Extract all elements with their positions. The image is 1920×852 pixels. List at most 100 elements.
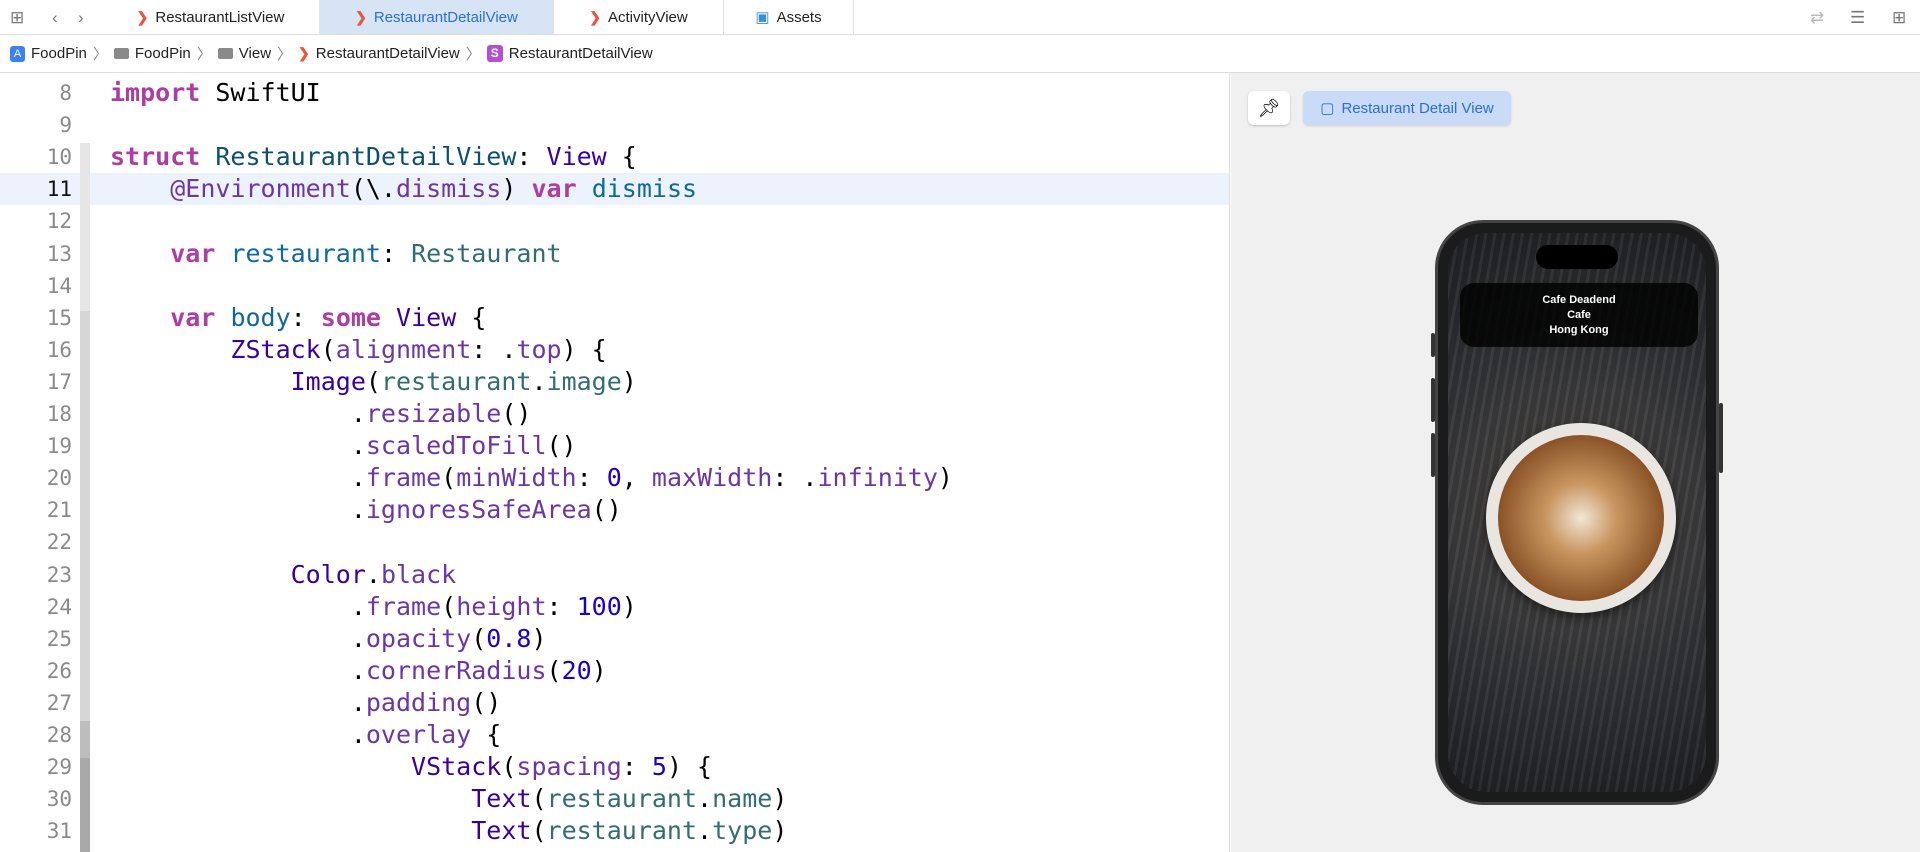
code-line[interactable]: 31 Text(restaurant.type) bbox=[0, 815, 1229, 847]
code-line[interactable]: 18 .resizable() bbox=[0, 398, 1229, 430]
swap-icon[interactable]: ⇄ bbox=[1810, 8, 1824, 28]
code-line[interactable]: 23 Color.black bbox=[0, 559, 1229, 591]
code-line[interactable]: 24 .frame(height: 100) bbox=[0, 591, 1229, 623]
crumb-label: RestaurantDetailView bbox=[315, 45, 460, 62]
swift-icon: ❯ bbox=[589, 8, 601, 25]
code-text: ZStack(alignment: .top) { bbox=[110, 334, 607, 366]
code-token: 0 bbox=[606, 463, 622, 493]
code-token: ) bbox=[772, 784, 788, 814]
code-token: () bbox=[591, 495, 622, 525]
tab-restaurant-list-view[interactable]: ❯ RestaurantListView bbox=[102, 0, 320, 34]
add-editor-icon[interactable]: ⊞ bbox=[1892, 8, 1906, 28]
line-number: 17 bbox=[46, 369, 72, 394]
code-line[interactable]: 10 struct RestaurantDetailView: View { bbox=[0, 141, 1229, 173]
tab-activity-view[interactable]: ❯ ActivityView bbox=[554, 0, 724, 34]
code-line[interactable]: 16 ZStack(alignment: .top) { bbox=[0, 334, 1229, 366]
code-token: : bbox=[576, 463, 607, 493]
code-line[interactable]: 9 bbox=[0, 109, 1229, 141]
code-token: : . bbox=[772, 463, 818, 493]
code-line[interactable]: 13 var restaurant: Restaurant bbox=[0, 238, 1229, 270]
preview-selector[interactable]: ▢ Restaurant Detail View bbox=[1303, 91, 1511, 125]
code-line[interactable]: 29 VStack(spacing: 5) { bbox=[0, 751, 1229, 783]
tab-assets[interactable]: ▣ Assets bbox=[724, 0, 854, 34]
line-number: 30 bbox=[46, 787, 72, 812]
code-line[interactable]: 12 bbox=[0, 205, 1229, 237]
back-icon[interactable]: ‹ bbox=[52, 8, 58, 28]
code-token: maxWidth bbox=[651, 463, 773, 493]
line-number: 14 bbox=[46, 273, 72, 298]
line-number: 10 bbox=[46, 145, 72, 170]
editor-options-icon[interactable]: ☰ bbox=[1850, 8, 1865, 28]
line-number: 13 bbox=[46, 241, 72, 266]
code-token: . bbox=[110, 399, 366, 428]
breadcrumb-symbol[interactable]: S RestaurantDetailView bbox=[486, 45, 653, 62]
code-line[interactable]: 21 .ignoresSafeArea() bbox=[0, 494, 1229, 526]
code-token: ( bbox=[471, 623, 487, 653]
breadcrumb-folder[interactable]: View bbox=[217, 45, 271, 62]
code-token: restaurant bbox=[546, 784, 698, 814]
code-token: Image bbox=[290, 366, 366, 396]
code-line[interactable]: 26 .cornerRadius(20) bbox=[0, 655, 1229, 687]
code-folding-ribbon[interactable] bbox=[80, 73, 90, 852]
code-line[interactable]: 15 var body: some View { bbox=[0, 302, 1229, 334]
chevron-right-icon: 〉 bbox=[92, 46, 108, 63]
breadcrumb-group[interactable]: FoodPin bbox=[113, 45, 191, 62]
code-token: frame bbox=[365, 463, 442, 493]
code-token: ) bbox=[501, 174, 532, 204]
code-token: . bbox=[697, 816, 713, 846]
code-text: var body: some View { bbox=[110, 302, 486, 334]
code-editor[interactable]: 8 import SwiftUI 9 10 struct RestaurantDetai… bbox=[0, 73, 1230, 852]
restaurant-name: Cafe Deadend bbox=[1542, 294, 1616, 306]
code-line[interactable]: 27 .padding() bbox=[0, 687, 1229, 719]
breadcrumb-project[interactable]: A FoodPin bbox=[10, 45, 87, 62]
code-token: var bbox=[531, 174, 577, 204]
code-token: : bbox=[546, 591, 577, 621]
code-token: overlay bbox=[365, 720, 472, 749]
code-line[interactable]: 28 .overlay { bbox=[0, 719, 1229, 751]
coffee-cup-image bbox=[1486, 423, 1676, 613]
breadcrumb-file[interactable]: ❯ RestaurantDetailView bbox=[298, 45, 460, 62]
line-number: 23 bbox=[46, 562, 72, 587]
forward-icon[interactable]: › bbox=[78, 8, 84, 28]
code-token: . bbox=[110, 687, 366, 717]
crumb-label: FoodPin bbox=[134, 45, 191, 62]
code-line[interactable]: 19 .scaledToFill() bbox=[0, 430, 1229, 462]
code-token: ( bbox=[320, 334, 336, 364]
code-text: import SwiftUI bbox=[110, 77, 321, 109]
code-token: opacity bbox=[365, 623, 472, 653]
code-token: . bbox=[110, 431, 366, 461]
breadcrumb: A FoodPin 〉 FoodPin 〉 View 〉 ❯ RestaurantDeta… bbox=[0, 35, 1920, 73]
code-text: @Environment(\.dismiss) var dismiss bbox=[110, 173, 697, 205]
pin-button[interactable]: 📌︎ bbox=[1248, 91, 1290, 125]
code-token: 100 bbox=[576, 591, 622, 621]
code-line[interactable]: 22 bbox=[0, 526, 1229, 558]
code-line[interactable]: 14 bbox=[0, 270, 1229, 302]
code-token: VStack bbox=[411, 752, 502, 782]
code-text: .overlay { bbox=[110, 719, 502, 751]
code-token: () bbox=[471, 687, 502, 717]
app-icon: A bbox=[10, 45, 25, 62]
line-number: 21 bbox=[46, 498, 72, 523]
code-line[interactable]: 11 @Environment(\.dismiss) var dismiss bbox=[0, 173, 1229, 206]
code-token: ( bbox=[531, 816, 547, 846]
grid-icon[interactable]: ⊞ bbox=[10, 8, 24, 28]
code-token: . bbox=[110, 655, 366, 685]
code-line[interactable]: 20 .frame(minWidth: 0, maxWidth: .infini… bbox=[0, 462, 1229, 494]
code-token: image bbox=[546, 366, 622, 396]
code-token: ) { bbox=[666, 752, 713, 782]
tab-bar: ⊞ ‹ › ❯ RestaurantListView ❯ RestaurantDet… bbox=[0, 0, 1920, 35]
code-line[interactable]: 25 .opacity(0.8) bbox=[0, 623, 1229, 655]
code-token: ) { bbox=[561, 334, 607, 364]
code-line[interactable]: 17 Image(restaurant.image) bbox=[0, 366, 1229, 398]
code-token: ( bbox=[531, 784, 547, 814]
swift-icon: ❯ bbox=[355, 8, 367, 25]
line-number: 9 bbox=[59, 113, 72, 138]
tab-restaurant-detail-view[interactable]: ❯ RestaurantDetailView bbox=[320, 0, 554, 34]
code-line[interactable]: 8 import SwiftUI bbox=[0, 77, 1229, 109]
code-line[interactable]: 30 Text(restaurant.name) bbox=[0, 783, 1229, 815]
